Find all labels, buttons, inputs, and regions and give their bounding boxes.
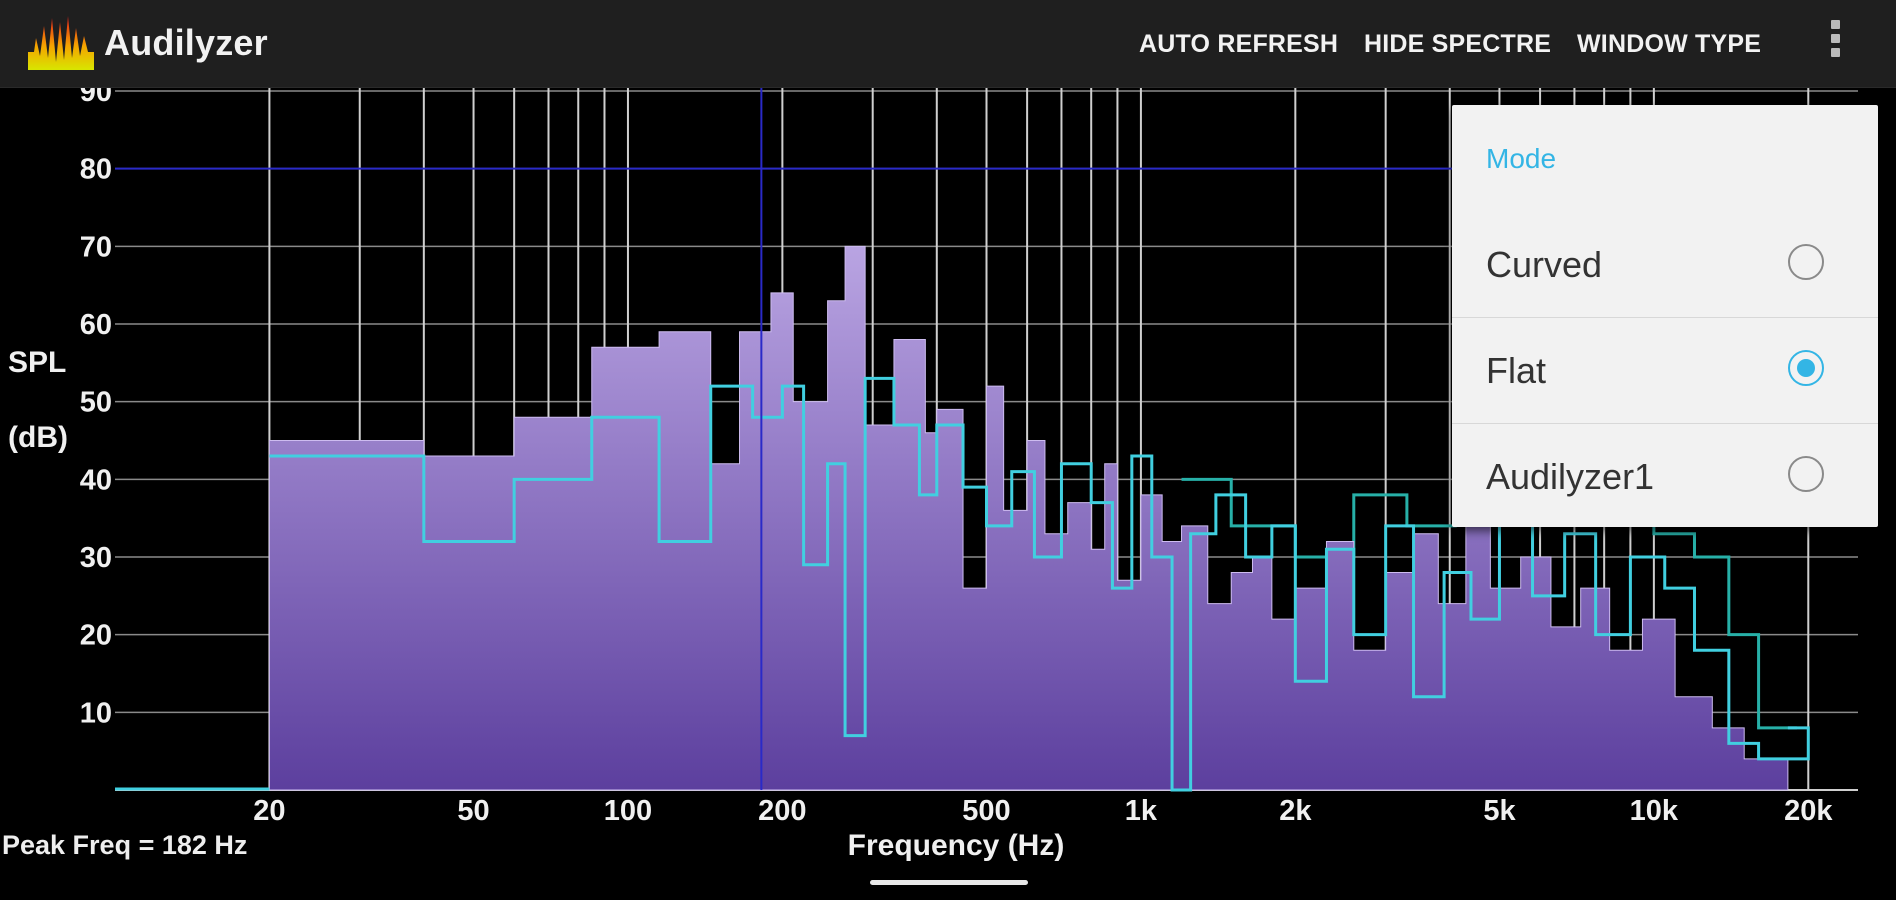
hide-spectre-button[interactable]: HIDE SPECTRE — [1364, 30, 1551, 59]
x-tick-label: 5k — [1483, 795, 1516, 827]
option-label: Audilyzer1 — [1486, 456, 1655, 497]
radio-flat[interactable] — [1788, 350, 1824, 386]
y-axis-title: SPL — [8, 346, 66, 379]
mode-popup-menu: Mode Curved Flat Audilyzer1 — [1452, 105, 1878, 527]
x-tick-label: 20 — [253, 795, 285, 827]
y-tick-label: 50 — [80, 387, 112, 419]
y-tick-label: 10 — [80, 697, 112, 729]
app-title: Audilyzer — [104, 22, 268, 63]
peak-frequency-readout: Peak Freq = 182 Hz — [2, 830, 248, 860]
y-tick-label: 40 — [80, 464, 112, 496]
y-axis-title: (dB) — [8, 421, 68, 454]
y-tick-label: 70 — [80, 231, 112, 263]
radio-curved[interactable] — [1788, 244, 1824, 280]
x-tick-label: 100 — [604, 795, 652, 827]
option-label: Flat — [1486, 350, 1547, 391]
y-tick-label: 80 — [80, 154, 112, 186]
x-tick-label: 500 — [962, 795, 1010, 827]
mode-option-audilyzer1[interactable]: Audilyzer1 — [1452, 424, 1878, 530]
more-vert-icon[interactable] — [1820, 20, 1850, 70]
radio-audilyzer1[interactable] — [1788, 456, 1824, 492]
action-bar: Audilyzer AUTO REFRESH HIDE SPECTRE WIND… — [0, 0, 1896, 88]
x-tick-label: 1k — [1125, 795, 1158, 827]
x-axis-title: Frequency (Hz) — [848, 829, 1065, 862]
x-tick-label: 50 — [457, 795, 489, 827]
x-tick-label: 200 — [758, 795, 806, 827]
auto-refresh-button[interactable]: AUTO REFRESH — [1139, 30, 1338, 59]
mode-option-flat[interactable]: Flat — [1452, 318, 1878, 424]
popup-title: Mode — [1486, 143, 1557, 174]
y-tick-label: 30 — [80, 542, 112, 574]
app-logo-icon — [28, 16, 94, 70]
x-tick-label: 20k — [1784, 795, 1833, 827]
y-tick-label: 60 — [80, 309, 112, 341]
x-tick-label: 2k — [1279, 795, 1312, 827]
gesture-bar — [870, 880, 1028, 885]
window-type-button[interactable]: WINDOW TYPE — [1577, 30, 1761, 59]
option-label: Curved — [1486, 244, 1603, 285]
y-tick-label: 20 — [80, 620, 112, 652]
x-tick-label: 10k — [1630, 795, 1679, 827]
mode-option-curved[interactable]: Curved — [1452, 212, 1878, 318]
y-tick-label: 90 — [80, 88, 112, 108]
